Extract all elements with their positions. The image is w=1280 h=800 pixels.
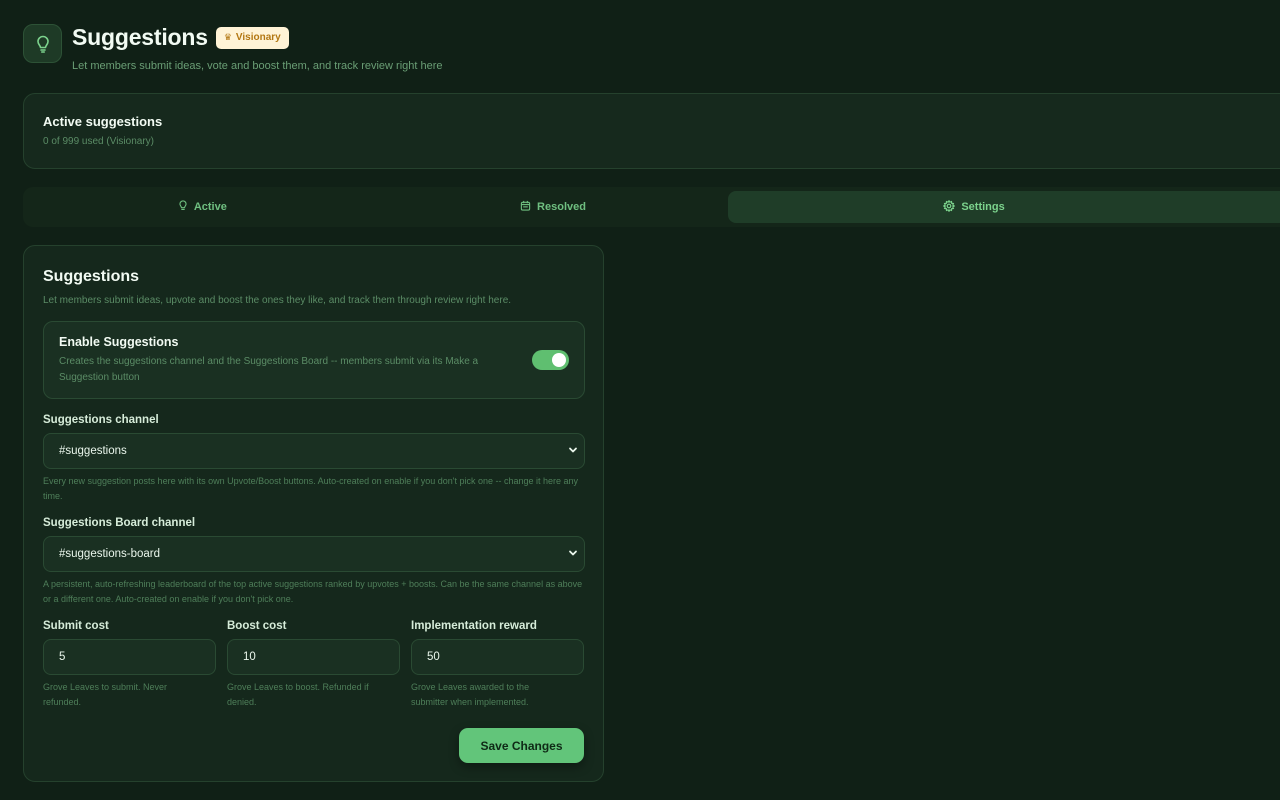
submit-cost-label: Submit cost <box>43 620 109 632</box>
suggestions-channel-label: Suggestions channel <box>43 414 159 426</box>
board-channel-helper: A persistent, auto-refreshing leaderboar… <box>43 579 583 604</box>
plan-badge-label: Visionary <box>235 32 281 43</box>
chevron-down-icon <box>568 445 578 458</box>
gear-icon <box>943 199 956 215</box>
implementation-reward-input[interactable]: 50 <box>411 639 584 675</box>
suggestions-channel-value: #suggestions <box>59 445 127 457</box>
crown-icon: ♛ <box>223 32 232 42</box>
enable-suggestions-row: Enable Suggestions Creates the suggestio… <box>43 321 585 399</box>
implementation-reward-label: Implementation reward <box>411 620 537 632</box>
tab-label: Active <box>193 201 227 213</box>
usage-subtitle: 0 of 999 used (Visionary) <box>43 136 154 147</box>
chevron-down-icon <box>568 548 578 561</box>
settings-panel: Suggestions Let members submit ideas, up… <box>23 245 604 782</box>
suggestions-channel-select[interactable]: #suggestions <box>43 433 585 469</box>
toggle-knob <box>552 353 566 367</box>
boost-cost-input[interactable]: 10 <box>227 639 400 675</box>
panel-title: Suggestions <box>43 268 140 285</box>
boost-cost-label: Boost cost <box>227 620 287 632</box>
suggestions-channel-helper: Every new suggestion posts here with its… <box>43 476 579 501</box>
tab-bar: Active Resolved Settings <box>23 187 1280 227</box>
submit-cost-input[interactable]: 5 <box>43 639 216 675</box>
tab-label: Resolved <box>537 201 586 213</box>
implementation-reward-helper: Grove Leaves awarded to the submitter wh… <box>411 682 530 707</box>
usage-title: Active suggestions <box>43 114 163 129</box>
enable-suggestions-label: Enable Suggestions <box>59 334 179 349</box>
plan-badge: ♛ Visionary <box>215 26 289 49</box>
tab-resolved[interactable]: Resolved <box>378 191 729 223</box>
submit-cost-helper: Grove Leaves to submit. Never refunded. <box>43 682 168 707</box>
lightbulb-icon <box>178 200 188 214</box>
costs-row: Submit cost 5 Grove Leaves to submit. Ne… <box>43 620 584 710</box>
usage-card: Active suggestions 0 of 999 used (Vision… <box>23 93 1280 169</box>
page-header: Suggestions ♛ Visionary Let members subm… <box>23 24 443 72</box>
lightbulb-icon <box>23 24 62 63</box>
tab-label: Settings <box>961 201 1005 213</box>
page-subtitle: Let members submit ideas, vote and boost… <box>72 60 443 72</box>
calendar-icon <box>520 200 531 214</box>
tab-active[interactable]: Active <box>27 191 378 223</box>
boost-cost-helper: Grove Leaves to boost. Refunded if denie… <box>227 682 369 707</box>
board-channel-label: Suggestions Board channel <box>43 517 196 529</box>
save-changes-button[interactable]: Save Changes <box>459 728 584 763</box>
board-channel-value: #suggestions-board <box>59 548 161 560</box>
page-title: Suggestions <box>72 24 208 50</box>
board-channel-select[interactable]: #suggestions-board <box>43 536 585 572</box>
tab-settings[interactable]: Settings <box>728 191 1280 223</box>
enable-suggestions-toggle[interactable] <box>532 350 569 370</box>
panel-description: Let members submit ideas, upvote and boo… <box>43 295 512 306</box>
enable-suggestions-description: Creates the suggestions channel and the … <box>59 355 479 383</box>
